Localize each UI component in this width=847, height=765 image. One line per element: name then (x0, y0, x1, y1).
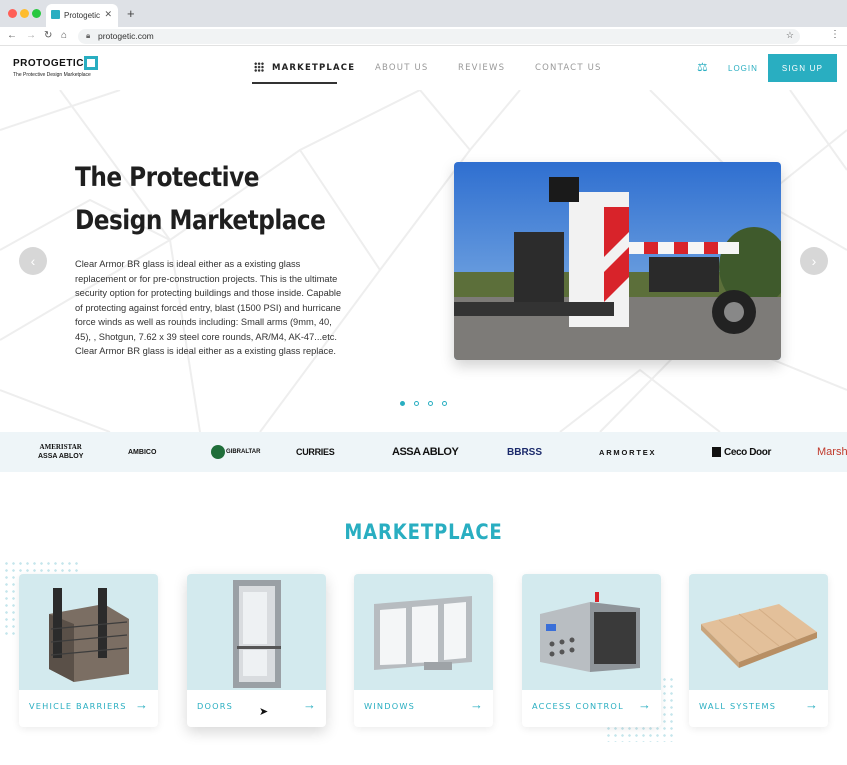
category-card-wall-systems[interactable]: WALL SYSTEMS → (689, 574, 828, 727)
logo-name: PROTOGETIC (13, 58, 84, 69)
brand-name: Marsh (817, 446, 847, 458)
forward-arrow-icon[interactable]: → (26, 30, 36, 41)
brand-name: AMERISTAR (39, 443, 82, 451)
category-image (522, 574, 661, 690)
logo-tagline: The Protective Design Marketplace (13, 72, 91, 78)
grid-icon (254, 62, 264, 72)
mouse-cursor-icon: ➤ (259, 706, 269, 718)
category-label: DOORS (197, 701, 234, 711)
hero-description: Clear Armor BR glass is ideal either as … (75, 259, 342, 356)
menu-dots-icon[interactable]: ⋮ (830, 29, 840, 40)
tab-close-icon[interactable]: ✕ (104, 9, 112, 20)
signup-button[interactable]: SIGN UP (768, 54, 837, 82)
hero-section: The Protective Design Marketplace Clear … (0, 90, 847, 432)
category-image (187, 574, 326, 690)
gibraltar-mark-icon (211, 445, 225, 459)
brand-name: AMBICO (128, 448, 157, 456)
hero-title-line-2: Design Marketplace (75, 205, 326, 236)
brand-logo-assa-abloy[interactable]: ASSA ABLOY (392, 432, 459, 472)
browser-tab[interactable]: Protogetic ✕ (46, 4, 118, 27)
category-label: WALL SYSTEMS (699, 701, 777, 711)
tab-title: Protogetic (64, 11, 101, 20)
arrow-right-icon[interactable]: → (303, 697, 316, 712)
address-bar[interactable]: 🔒︎ protogetic.com ☆ (78, 29, 800, 44)
category-card-access-control[interactable]: ACCESS CONTROL → (522, 574, 661, 727)
brand-logo-ambico[interactable]: AMBICO (128, 432, 156, 472)
carousel-indicators (400, 393, 456, 411)
reload-icon[interactable]: ↻ (44, 30, 52, 41)
brand-name: GIBRALTAR (226, 449, 261, 455)
browser-tab-strip: Protogetic ✕ + (0, 0, 847, 27)
arrow-right-icon[interactable]: → (135, 697, 148, 712)
brand-name: ARMORTEX (599, 447, 657, 457)
category-card-doors[interactable]: DOORS → (187, 574, 326, 727)
minimize-window-icon[interactable] (20, 9, 29, 18)
brand-name: Ceco Door (724, 446, 771, 458)
category-label: ACCESS CONTROL (532, 701, 624, 711)
brand-logo-bbrss[interactable]: BBRSS (507, 432, 542, 472)
brand-name: BBRSS (507, 446, 543, 458)
logo[interactable]: PROTOGETIC The Protective Design Marketp… (13, 56, 98, 78)
brand-name: ASSA ABLOY (392, 446, 459, 458)
close-window-icon[interactable] (8, 9, 17, 18)
brand-logo-curries[interactable]: CURRIES (296, 432, 335, 472)
category-label: VEHICLE BARRIERS (29, 701, 127, 711)
carousel-dot[interactable] (400, 401, 405, 406)
brand-sub: ASSA ABLOY (38, 453, 84, 460)
brand-logo-ameristar[interactable]: AMERISTAR ASSA ABLOY (38, 432, 83, 472)
nav-about-us[interactable]: ABOUT US (375, 63, 429, 73)
hero-image (454, 162, 781, 360)
hero-title-line-1: The Protective (75, 162, 259, 193)
category-image (19, 574, 158, 690)
nav-marketplace[interactable]: MARKETPLACE (272, 63, 355, 73)
compare-scale-icon[interactable]: ⚖ (697, 60, 708, 74)
arrow-right-icon[interactable]: → (805, 697, 818, 712)
home-icon[interactable]: ⌂ (61, 30, 67, 41)
new-tab-icon[interactable]: + (127, 6, 135, 21)
site-header: PROTOGETIC The Protective Design Marketp… (0, 46, 847, 90)
brand-logo-armortex[interactable]: ARMORTEX (599, 432, 656, 472)
arrow-right-icon[interactable]: → (638, 697, 651, 712)
nav-reviews[interactable]: REVIEWS (458, 63, 505, 73)
lock-icon: 🔒︎ (86, 31, 91, 40)
nav-active-underline (252, 82, 337, 84)
ceco-mark-icon (712, 447, 721, 457)
maximize-window-icon[interactable] (32, 9, 41, 18)
browser-toolbar: ← → ↻ ⌂ 🔒︎ protogetic.com ☆ ⋮ (0, 27, 847, 46)
back-arrow-icon[interactable]: ← (7, 30, 17, 41)
brand-logo-ceco-door[interactable]: Ceco Door (712, 432, 771, 472)
marketplace-title: MARKETPLACE (344, 520, 503, 544)
hero-title: The Protective Design Marketplace (75, 156, 333, 242)
url-text: protogetic.com (98, 31, 154, 41)
arrow-right-icon[interactable]: → (470, 697, 483, 712)
carousel-next-button[interactable]: › (800, 247, 828, 275)
category-image (354, 574, 493, 690)
nav-contact-us[interactable]: CONTACT US (535, 63, 602, 73)
brand-logo-marsh[interactable]: Marsh (817, 432, 847, 472)
category-image (689, 574, 828, 690)
logo-mark-icon (84, 56, 98, 70)
bookmark-star-icon[interactable]: ☆ (786, 30, 794, 41)
category-label: WINDOWS (364, 701, 416, 711)
carousel-dot[interactable] (442, 401, 447, 406)
login-link[interactable]: LOGIN (728, 64, 758, 73)
carousel-prev-button[interactable]: ‹ (19, 247, 47, 275)
brand-name: CURRIES (296, 447, 335, 457)
brand-logo-gibraltar[interactable]: GIBRALTAR (211, 432, 260, 472)
carousel-dot[interactable] (414, 401, 419, 406)
brand-strip: AMERISTAR ASSA ABLOY AMBICO GIBRALTAR CU… (0, 432, 847, 472)
favicon-icon (51, 10, 60, 19)
category-card-windows[interactable]: WINDOWS → (354, 574, 493, 727)
category-card-vehicle-barriers[interactable]: VEHICLE BARRIERS → (19, 574, 158, 727)
carousel-dot[interactable] (428, 401, 433, 406)
